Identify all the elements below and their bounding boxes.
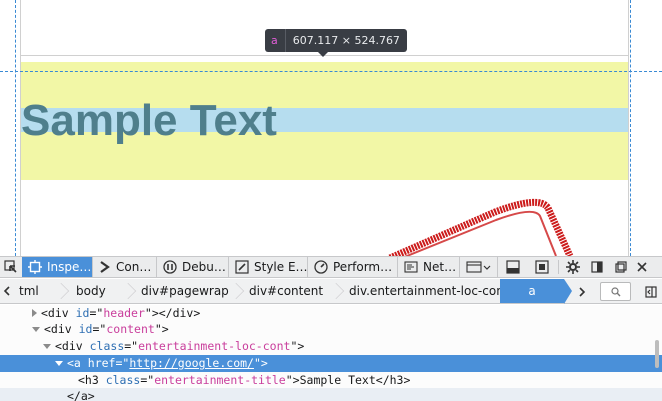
collapse-arrow-icon[interactable] — [32, 327, 40, 332]
chevron-right-icon — [579, 286, 586, 297]
undock-icon — [615, 261, 627, 273]
sample-heading[interactable]: Sample Text — [21, 96, 277, 146]
tree-node-content[interactable]: <div id="content"> — [0, 321, 662, 338]
breadcrumb-scroll-left[interactable] — [0, 279, 14, 303]
frame-border-right — [628, 0, 629, 256]
tree-node-entertainment-loc-cont[interactable]: <div class="entertainment-loc-cont"> — [0, 338, 662, 355]
breadcrumb-item-body[interactable]: body — [66, 279, 137, 303]
toolbar-separator — [558, 260, 559, 274]
tree-node-anchor-selected[interactable]: <a href="http://google.com/"> — [0, 355, 662, 372]
tree-scrollbar[interactable] — [655, 340, 659, 368]
guide-line-top — [0, 71, 662, 72]
collapse-arrow-icon[interactable] — [55, 361, 63, 366]
tab-inspector-label: Inspe… — [47, 260, 92, 274]
sidebar-toggle-icon — [645, 285, 657, 298]
style-editor-icon — [235, 260, 249, 274]
breadcrumb-label: body — [76, 284, 106, 298]
markup-tree: <div id="header"></div> <div id="content… — [0, 305, 662, 401]
breadcrumb: tml body div#pagewrap div#content div.en… — [0, 279, 662, 304]
tree-node-h3[interactable]: <h3 class="entertainment-title">Sample T… — [0, 372, 662, 389]
collapse-arrow-icon[interactable] — [43, 344, 51, 349]
breadcrumb-item-entertainment-loc-cont[interactable]: div.entertainment-loc-cont — [341, 279, 509, 303]
tab-console-label: Con… — [116, 260, 152, 274]
close-devtools-button[interactable] — [633, 257, 651, 277]
guide-line-left — [15, 0, 16, 256]
devtools-toolbar: Inspe… Con… Debu… Style E… Perform… Net… — [0, 256, 662, 278]
node-infobar-tooltip: a 607.117 × 524.767 — [265, 29, 407, 57]
frame-selector-icon — [465, 261, 490, 273]
tooltip-arrow — [318, 52, 328, 57]
sidebar-toggle-button[interactable] — [641, 282, 661, 301]
expand-arrow-icon[interactable] — [32, 309, 37, 317]
tab-style-editor-label: Style E… — [254, 260, 308, 274]
breadcrumb-active-arrow — [564, 279, 572, 304]
breadcrumb-label: div#content — [249, 284, 324, 298]
breadcrumb-item-pagewrap[interactable]: div#pagewrap — [133, 279, 245, 303]
tab-debugger[interactable]: Debu… — [157, 257, 229, 277]
split-console-button[interactable] — [498, 257, 527, 277]
split-console-icon — [505, 260, 520, 274]
undock-button[interactable] — [609, 257, 633, 277]
tooltip-dimensions: 607.117 × 524.767 — [292, 34, 400, 47]
debugger-icon — [163, 260, 177, 274]
settings-button[interactable] — [561, 257, 585, 277]
tab-performance-label: Perform… — [333, 260, 393, 274]
tab-performance[interactable]: Perform… — [308, 257, 398, 277]
gear-icon — [566, 260, 580, 274]
dock-side-icon — [591, 261, 603, 273]
dock-side-button[interactable] — [585, 257, 609, 277]
responsive-design-icon — [534, 260, 549, 274]
tab-console[interactable]: Con… — [93, 257, 157, 277]
performance-icon — [314, 260, 328, 274]
tab-network[interactable]: Net… — [398, 257, 460, 277]
link-href[interactable]: http://google.com/ — [129, 356, 254, 370]
breadcrumb-item-a[interactable]: a — [500, 279, 572, 304]
tooltip-tag-name: a — [265, 29, 286, 52]
tab-inspector[interactable]: Inspe… — [22, 257, 93, 277]
pick-element-icon — [4, 260, 17, 273]
tab-network-label: Net… — [423, 260, 457, 274]
element-picker-button[interactable] — [0, 257, 22, 277]
guide-line-right — [630, 0, 631, 256]
breadcrumb-label: div#pagewrap — [141, 284, 229, 298]
breadcrumb-label: a — [528, 284, 536, 298]
tab-debugger-label: Debu… — [182, 260, 226, 274]
search-icon — [610, 286, 620, 296]
breadcrumb-item-html[interactable]: tml — [14, 279, 70, 303]
breadcrumb-label: div.entertainment-loc-cont — [349, 284, 509, 298]
inspector-search-input[interactable] — [600, 282, 631, 301]
network-icon — [404, 260, 418, 274]
chevron-left-icon — [3, 286, 10, 296]
tree-node-header[interactable]: <div id="header"></div> — [0, 305, 662, 322]
breadcrumb-item-content[interactable]: div#content — [241, 279, 345, 303]
close-icon — [637, 262, 647, 272]
breadcrumb-scroll-right[interactable] — [575, 279, 589, 304]
tab-style-editor[interactable]: Style E… — [229, 257, 308, 277]
more-tools-dropdown[interactable] — [460, 257, 498, 277]
page-viewport: Sample Text a 607.117 × 524.767 — [0, 0, 662, 256]
breadcrumb-label: tml — [19, 284, 39, 298]
red-stamp-image — [388, 198, 574, 256]
console-icon — [99, 261, 111, 273]
responsive-design-button[interactable] — [527, 257, 556, 277]
inspector-icon — [28, 260, 42, 274]
tree-node-anchor-close[interactable]: </a> — [0, 388, 662, 401]
